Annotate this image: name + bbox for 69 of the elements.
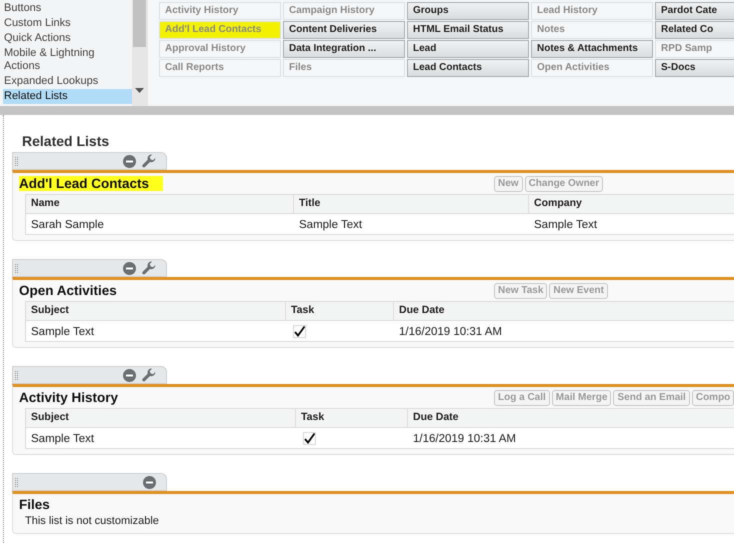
list-button[interactable]: New Event [549,282,608,298]
sidebar-item[interactable]: Expanded Lookups [3,74,132,89]
scrollbar[interactable] [132,0,148,106]
list-button[interactable]: Compo [692,390,734,406]
wrench-icon[interactable] [142,154,156,168]
sidebar-item[interactable]: Related Lists [3,89,132,104]
section-handle[interactable] [12,473,167,491]
wrench-icon[interactable] [142,261,156,275]
palette-item[interactable]: Add'l Lead Contacts [159,21,281,39]
note-text: This list is not customizable [24,515,160,528]
palette-item[interactable]: Approval History [159,40,281,58]
wrench-icon[interactable] [142,368,156,382]
column-header: Title [299,196,320,212]
column-header: Task [301,410,324,426]
list-button[interactable]: New Task [494,282,548,298]
palette-item[interactable]: Files [283,59,405,77]
minimize-icon[interactable] [123,368,136,382]
list-button[interactable]: Change Owner [524,176,604,192]
column-header: Name [31,196,60,212]
palette-item[interactable]: Data Integration ... [283,40,405,58]
palette-item[interactable]: Notes & Attachments [531,40,653,58]
palette-item[interactable]: Related Co [655,21,734,39]
section-handle[interactable] [12,259,167,277]
table-cell: Sample Text [299,219,362,231]
column-header: Due Date [399,303,445,318]
palette-item[interactable]: Notes [531,21,653,39]
sidebar-item[interactable]: Buttons [3,1,132,16]
column-header: Subject [31,410,69,426]
table-cell: Sample Text [534,219,598,231]
column-header: Subject [31,303,69,318]
table-cell: Sample Text [31,433,94,445]
table-cell: Sarah Sample [31,219,104,231]
scroll-down-icon[interactable] [135,88,144,93]
section-title: Activity History [19,390,120,404]
section-title: Add'l Lead Contacts [19,176,163,190]
minimize-icon[interactable] [123,154,136,168]
list-button[interactable]: New [494,176,523,192]
palette-item[interactable]: RPD Samp [655,40,734,58]
palette-item[interactable]: Lead Contacts [407,59,529,77]
list-button[interactable]: Mail Merge [552,390,612,406]
minimize-icon[interactable] [123,262,136,274]
table-cell: 1/16/2019 10:31 AM [413,433,516,445]
column-header: Due Date [413,410,459,426]
list-button[interactable]: Send an Email [613,390,690,406]
palette-item[interactable]: Activity History [159,2,281,20]
section-title: Files [19,496,51,512]
table-cell: 1/16/2019 10:31 AM [399,326,502,338]
section-handle[interactable] [12,152,167,170]
palette-item[interactable]: Content Deliveries [283,21,405,39]
column-header: Company [534,196,582,212]
palette-item[interactable]: Lead History [531,2,653,20]
palette-item[interactable]: Groups [407,2,529,20]
column-header: Task [291,303,314,318]
section-handle[interactable] [12,366,167,384]
palette-item[interactable]: Call Reports [159,59,281,77]
palette-item[interactable]: S-Docs [655,59,734,77]
page-title: Related Lists [22,133,110,150]
minimize-icon[interactable] [143,476,156,488]
list-button[interactable]: Log a Call [494,390,550,406]
palette-item[interactable]: Open Activities [531,59,653,77]
sidebar-item[interactable]: Custom Links [3,16,132,31]
palette-item[interactable]: Pardot Cate [655,2,734,20]
palette-item[interactable]: Campaign History [283,2,405,20]
table-cell: Sample Text [31,326,94,338]
sidebar-item[interactable]: Mobile & Lightning Actions [3,46,132,74]
section-title: Open Activities [19,282,118,298]
sidebar-item[interactable]: Quick Actions [3,31,132,46]
palette-item[interactable]: HTML Email Status [407,21,529,39]
palette-item[interactable]: Lead [407,40,529,58]
